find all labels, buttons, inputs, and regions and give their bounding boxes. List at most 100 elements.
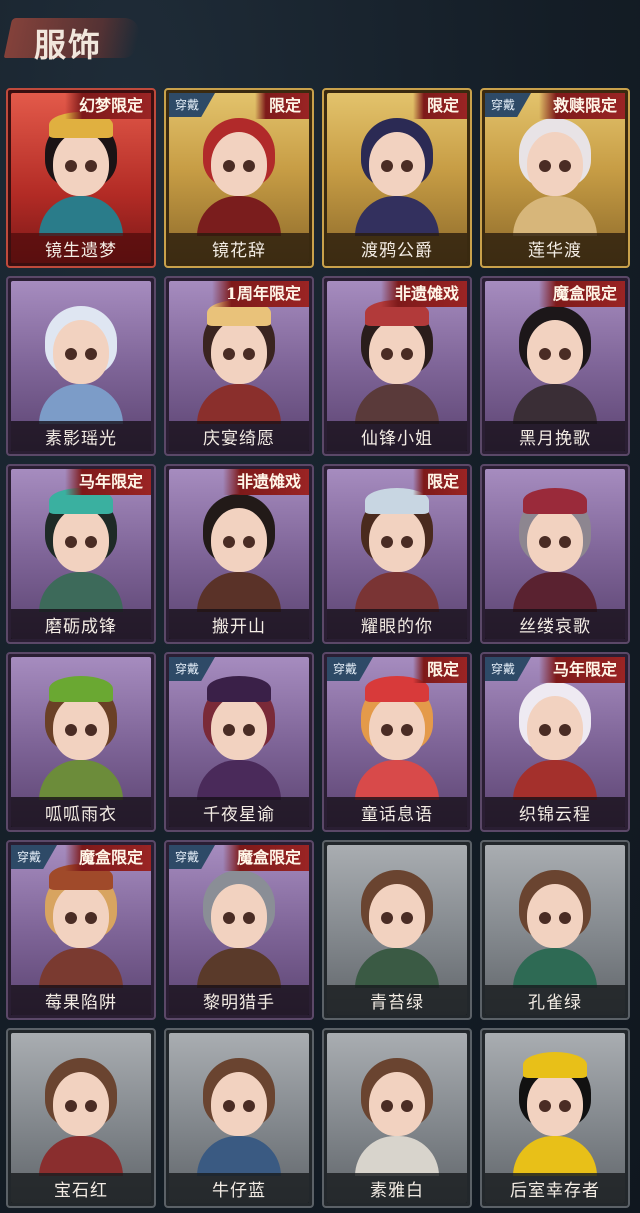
costume-card[interactable]: 孔雀绿 xyxy=(480,840,630,1020)
costume-card[interactable]: 幻梦限定 镜生遗梦 xyxy=(6,88,156,268)
portrait-face xyxy=(53,884,109,948)
limited-tag: 魔盒限定 xyxy=(222,845,309,871)
portrait-outfit xyxy=(197,760,281,800)
costume-card[interactable]: 丝缕哀歌 xyxy=(480,464,630,644)
portrait-eye xyxy=(539,160,551,172)
costume-name: 织锦云程 xyxy=(519,805,591,825)
costume-name: 莲华渡 xyxy=(528,241,582,261)
portrait-face xyxy=(211,132,267,196)
costume-card[interactable]: 非遗傩戏搬开山 xyxy=(164,464,314,644)
portrait-face xyxy=(527,320,583,384)
portrait-outfit xyxy=(355,384,439,424)
costume-card[interactable]: 限定 穿戴 镜花辞 xyxy=(164,88,314,268)
portrait-eye xyxy=(243,912,255,924)
costume-card[interactable]: 限定 穿戴 童话息语 xyxy=(322,652,472,832)
portrait-face xyxy=(53,696,109,760)
portrait-outfit xyxy=(39,196,123,236)
costume-card[interactable]: 1周年限定 庆宴绮愿 xyxy=(164,276,314,456)
portrait-outfit xyxy=(355,1136,439,1176)
costume-card[interactable]: 魔盒限定 穿戴 莓果陷阱 xyxy=(6,840,156,1020)
page-title: 服饰 xyxy=(34,26,103,64)
portrait-outfit xyxy=(355,572,439,612)
character-portrait xyxy=(347,300,447,424)
costume-card[interactable]: 素影瑶光 xyxy=(6,276,156,456)
costume-card[interactable]: 青苔绿 xyxy=(322,840,472,1020)
costume-card[interactable]: 后室幸存者 xyxy=(480,1028,630,1208)
portrait-outfit xyxy=(513,760,597,800)
portrait-headwear xyxy=(49,676,113,702)
portrait-eye xyxy=(381,348,393,360)
costume-card[interactable]: 宝石红 xyxy=(6,1028,156,1208)
portrait-eye xyxy=(65,536,77,548)
costume-card[interactable]: 马年限定 磨砺成锋 xyxy=(6,464,156,644)
portrait-eye xyxy=(559,348,571,360)
portrait-face xyxy=(527,696,583,760)
costume-name: 牛仔蓝 xyxy=(212,1181,266,1201)
portrait-eye xyxy=(223,1100,235,1112)
character-portrait xyxy=(189,864,289,988)
portrait-face xyxy=(369,884,425,948)
costume-card[interactable]: 魔盒限定 穿戴 黎明猎手 xyxy=(164,840,314,1020)
costume-card[interactable]: 马年限定 穿戴 织锦云程 xyxy=(480,652,630,832)
character-portrait xyxy=(505,1052,605,1176)
costume-name: 孔雀绿 xyxy=(528,993,582,1013)
costume-name: 宝石红 xyxy=(54,1181,108,1201)
portrait-eye xyxy=(381,724,393,736)
portrait-headwear xyxy=(207,676,271,702)
portrait-face xyxy=(211,696,267,760)
portrait-face xyxy=(369,508,425,572)
portrait-face xyxy=(53,320,109,384)
portrait-face xyxy=(527,884,583,948)
character-portrait xyxy=(505,864,605,988)
portrait-eye xyxy=(401,536,413,548)
limited-tag: 非遗傩戏 xyxy=(222,469,309,495)
portrait-eye xyxy=(559,912,571,924)
portrait-eye xyxy=(223,912,235,924)
portrait-eye xyxy=(381,536,393,548)
character-portrait xyxy=(347,488,447,612)
portrait-eye xyxy=(85,536,97,548)
costume-card[interactable]: 素雅白 xyxy=(322,1028,472,1208)
limited-tag: 魔盒限定 xyxy=(64,845,151,871)
limited-tag: 限定 xyxy=(412,657,467,683)
portrait-eye xyxy=(559,160,571,172)
costume-name: 丝缕哀歌 xyxy=(519,617,591,637)
costume-card[interactable]: 限定 耀眼的你 xyxy=(322,464,472,644)
portrait-eye xyxy=(85,1100,97,1112)
portrait-outfit xyxy=(39,948,123,988)
costume-name: 搬开山 xyxy=(212,617,266,637)
portrait-eye xyxy=(559,1100,571,1112)
character-portrait xyxy=(31,676,131,800)
portrait-face xyxy=(211,884,267,948)
portrait-outfit xyxy=(197,948,281,988)
portrait-outfit xyxy=(355,760,439,800)
portrait-eye xyxy=(381,1100,393,1112)
character-portrait xyxy=(347,676,447,800)
costume-name: 黑月挽歌 xyxy=(519,429,591,449)
character-portrait xyxy=(31,1052,131,1176)
portrait-face xyxy=(211,1072,267,1136)
character-portrait xyxy=(347,864,447,988)
costume-card[interactable]: 非遗傩戏 仙锋小姐 xyxy=(322,276,472,456)
portrait-outfit xyxy=(197,1136,281,1176)
costume-card[interactable]: 呱呱雨衣 xyxy=(6,652,156,832)
costume-card[interactable]: 限定 渡鸦公爵 xyxy=(322,88,472,268)
costume-card[interactable]: 救赎限定 穿戴 莲华渡 xyxy=(480,88,630,268)
costume-card[interactable]: 魔盒限定 黑月挽歌 xyxy=(480,276,630,456)
portrait-eye xyxy=(401,912,413,924)
portrait-eye xyxy=(559,536,571,548)
portrait-eye xyxy=(65,160,77,172)
portrait-outfit xyxy=(355,196,439,236)
character-portrait xyxy=(189,112,289,236)
portrait-eye xyxy=(243,724,255,736)
portrait-outfit xyxy=(39,1136,123,1176)
portrait-eye xyxy=(223,160,235,172)
character-portrait xyxy=(31,300,131,424)
portrait-outfit xyxy=(355,948,439,988)
portrait-outfit xyxy=(513,572,597,612)
portrait-eye xyxy=(65,912,77,924)
portrait-outfit xyxy=(513,196,597,236)
portrait-eye xyxy=(539,724,551,736)
costume-card[interactable]: 牛仔蓝 xyxy=(164,1028,314,1208)
costume-card[interactable]: 穿戴 千夜星谕 xyxy=(164,652,314,832)
